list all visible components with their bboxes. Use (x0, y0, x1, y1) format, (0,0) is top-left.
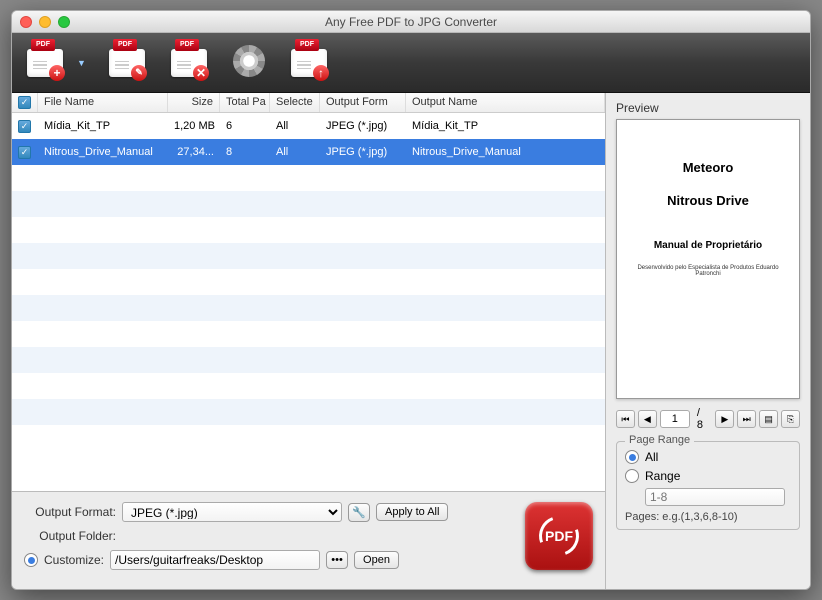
col-file-name[interactable]: File Name (38, 93, 168, 112)
cell-output-name: Mídia_Kit_TP (406, 120, 605, 132)
customize-label: Customize: (44, 553, 104, 567)
empty-rows (12, 165, 605, 451)
edit-pdf-button[interactable]: ✎ (109, 43, 149, 83)
table-row[interactable]: ✓ Mídia_Kit_TP 1,20 MB 6 All JPEG (*.jpg… (12, 113, 605, 139)
page-navigator: ⏮ ◀ / 8 ▶ ⏭ ▤ ⎘ (616, 407, 800, 431)
prev-page-button[interactable]: ◀ (638, 410, 657, 428)
cell-file-name: Nitrous_Drive_Manual (38, 146, 168, 158)
range-all-radio[interactable] (625, 450, 639, 464)
output-format-select[interactable]: JPEG (*.jpg) (122, 502, 342, 522)
browse-folder-button[interactable]: ••• (326, 551, 348, 569)
add-dropdown-arrow[interactable]: ▼ (77, 58, 87, 68)
cell-output-name: Nitrous_Drive_Manual (406, 146, 605, 158)
output-format-label: Output Format: (24, 505, 116, 519)
wrench-icon: 🔧 (352, 507, 366, 519)
preview-subtitle: Desenvolvido pelo Especialista de Produt… (627, 265, 789, 277)
remove-pdf-button[interactable]: ✕ (171, 43, 211, 83)
cell-size: 27,34... (168, 146, 220, 158)
cell-file-name: Mídia_Kit_TP (38, 120, 168, 132)
range-all-label: All (645, 450, 658, 464)
plus-icon: + (49, 65, 65, 81)
pencil-icon: ✎ (131, 65, 147, 81)
output-folder-label: Output Folder: (24, 529, 116, 543)
titlebar: Any Free PDF to JPG Converter (12, 11, 810, 33)
preview-panel: Preview Meteoro Nitrous Drive Manual de … (605, 93, 810, 589)
page-range-legend: Page Range (625, 434, 694, 446)
table-header: ✓ File Name Size Total Pa Selecte Output… (12, 93, 605, 113)
page-number-input[interactable] (660, 410, 690, 428)
preview-title-1: Meteoro (683, 160, 734, 175)
output-panel: Output Format: JPEG (*.jpg) 🔧 Apply to A… (12, 491, 605, 589)
x-icon: ✕ (193, 65, 209, 81)
col-size[interactable]: Size (168, 93, 220, 112)
col-output-format[interactable]: Output Form (320, 93, 406, 112)
range-custom-radio[interactable] (625, 469, 639, 483)
cell-total-pages: 6 (220, 120, 270, 132)
table-row[interactable]: ✓ Nitrous_Drive_Manual 27,34... 8 All JP… (12, 139, 605, 165)
convert-button[interactable]: PDF (525, 502, 593, 570)
page-total-label: / 8 (697, 407, 709, 431)
apply-to-all-button[interactable]: Apply to All (376, 503, 448, 521)
cell-selected: All (270, 146, 320, 158)
file-table: ✓ File Name Size Total Pa Selecte Output… (12, 93, 605, 491)
format-settings-button[interactable]: 🔧 (348, 503, 370, 522)
preview-title-2: Nitrous Drive (667, 193, 749, 208)
window-title: Any Free PDF to JPG Converter (12, 15, 810, 29)
range-input[interactable] (645, 488, 785, 506)
col-output-name[interactable]: Output Name (406, 93, 605, 112)
output-path-input[interactable] (110, 550, 320, 570)
last-page-button[interactable]: ⏭ (737, 410, 756, 428)
range-custom-label: Range (645, 469, 680, 483)
cell-total-pages: 8 (220, 146, 270, 158)
up-arrow-icon: ↑ (313, 65, 329, 81)
cell-size: 1,20 MB (168, 120, 220, 132)
page-list-button[interactable]: ▤ (759, 410, 778, 428)
preview-title-3: Manual de Proprietário (654, 240, 762, 251)
col-selected[interactable]: Selecte (270, 93, 320, 112)
settings-button[interactable] (233, 45, 269, 81)
row-checkbox[interactable]: ✓ (18, 120, 31, 133)
gear-icon (233, 45, 265, 77)
upload-pdf-button[interactable]: ↑ (291, 43, 331, 83)
cell-selected: All (270, 120, 320, 132)
page-export-button[interactable]: ⎘ (781, 410, 800, 428)
page-range-fieldset: Page Range All Range Pages: e.g.(1,3,6,8… (616, 441, 800, 530)
next-page-button[interactable]: ▶ (715, 410, 734, 428)
col-total-pages[interactable]: Total Pa (220, 93, 270, 112)
cell-output-format: JPEG (*.jpg) (320, 120, 406, 132)
preview-label: Preview (616, 101, 800, 115)
toolbar: + ▼ ✎ ✕ ↑ (12, 33, 810, 93)
first-page-button[interactable]: ⏮ (616, 410, 635, 428)
range-hint: Pages: e.g.(1,3,6,8-10) (625, 511, 791, 523)
app-window: Any Free PDF to JPG Converter + ▼ ✎ ✕ ↑ … (11, 10, 811, 590)
row-checkbox[interactable]: ✓ (18, 146, 31, 159)
add-pdf-button[interactable]: + (27, 43, 67, 83)
customize-radio[interactable] (24, 553, 38, 567)
select-all-checkbox[interactable]: ✓ (18, 96, 31, 109)
cell-output-format: JPEG (*.jpg) (320, 146, 406, 158)
preview-page: Meteoro Nitrous Drive Manual de Propriet… (616, 119, 800, 399)
open-folder-button[interactable]: Open (354, 551, 399, 569)
